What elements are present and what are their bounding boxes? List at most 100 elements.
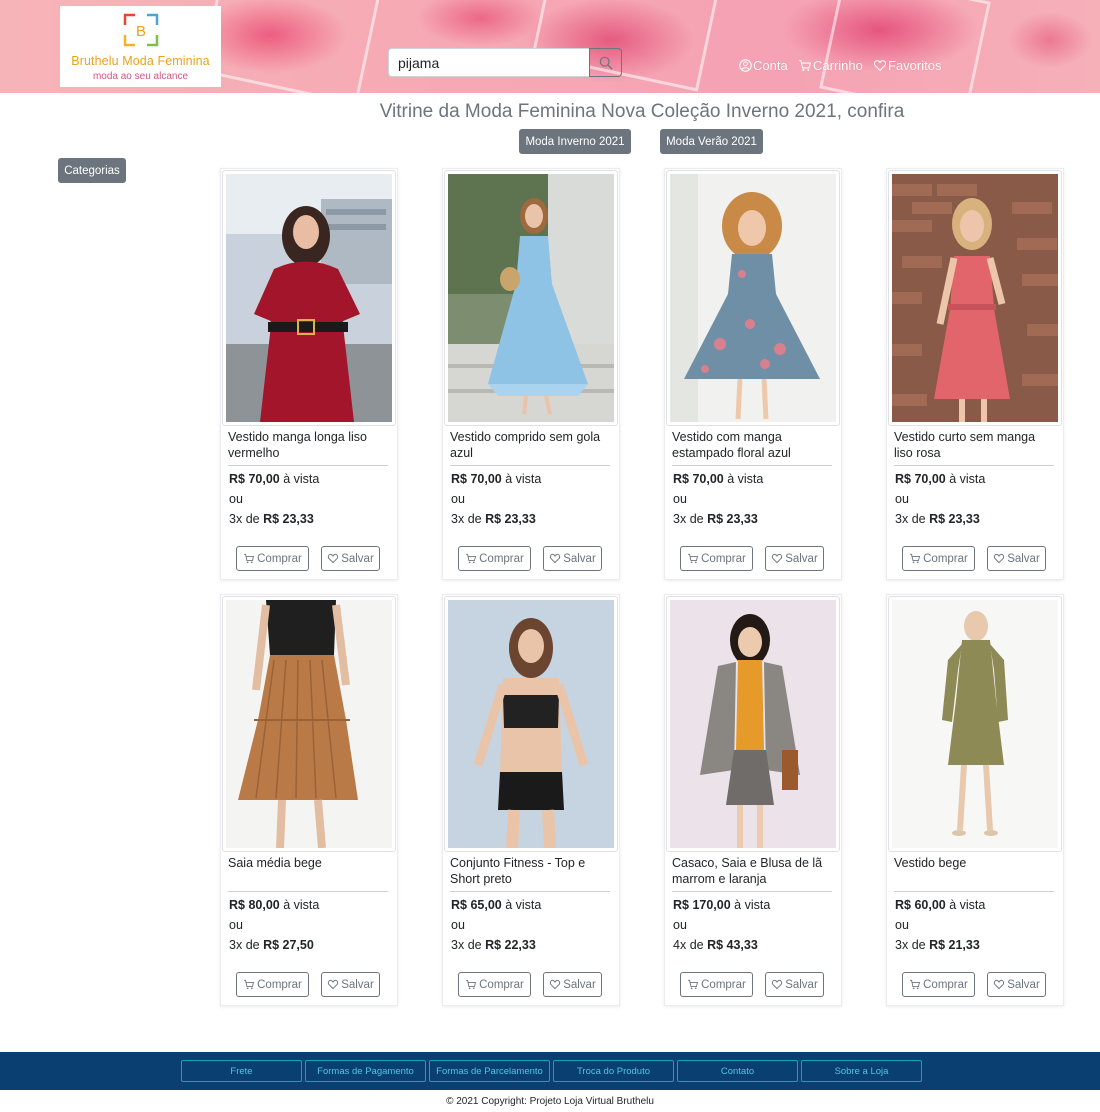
footer-link-payment[interactable]: Formas de Pagamento xyxy=(305,1060,426,1082)
heart-icon xyxy=(772,979,783,990)
buy-button[interactable]: Comprar xyxy=(236,546,309,571)
save-button[interactable]: Salvar xyxy=(987,972,1046,997)
divider xyxy=(450,465,610,466)
divider xyxy=(672,465,832,466)
product-photo[interactable] xyxy=(444,170,618,426)
buy-button[interactable]: Comprar xyxy=(458,972,531,997)
product-image-coat-set xyxy=(670,600,836,848)
heart-icon xyxy=(328,553,339,564)
product-price: R$ 60,00 à vista xyxy=(895,898,986,912)
user-circle-icon xyxy=(739,59,752,72)
header-decoration xyxy=(200,0,380,93)
or-label: ou xyxy=(895,918,909,932)
product-price: R$ 70,00 à vista xyxy=(673,472,764,486)
product-image-pink-dress xyxy=(892,174,1058,422)
heart-icon xyxy=(873,60,887,72)
product-installments: 3x de R$ 22,33 xyxy=(451,938,536,952)
copyright: © 2021 Copyright: Projeto Loja Virtual B… xyxy=(446,1096,654,1107)
product-installments: 3x de R$ 23,33 xyxy=(673,512,758,526)
categories-button[interactable]: Categorias xyxy=(58,158,126,183)
save-button[interactable]: Salvar xyxy=(765,546,824,571)
heart-icon xyxy=(994,553,1005,564)
product-name: Vestido comprido sem gola azul xyxy=(450,430,601,460)
nav-favorites-label: Favoritos xyxy=(888,58,942,73)
product-card: Vestido bege R$ 60,00 à vista ou 3x de R… xyxy=(886,594,1064,1006)
nav-cart[interactable]: Carrinho xyxy=(798,58,863,73)
product-photo[interactable] xyxy=(888,596,1062,852)
or-label: ou xyxy=(229,492,243,506)
product-installments: 3x de R$ 23,33 xyxy=(895,512,980,526)
product-image-floral-dress xyxy=(670,174,836,422)
cart-icon xyxy=(466,553,477,564)
product-card: Conjunto Fitness - Top e Short preto R$ … xyxy=(442,594,620,1006)
save-button[interactable]: Salvar xyxy=(765,972,824,997)
cart-icon xyxy=(910,979,921,990)
nav-account[interactable]: Conta xyxy=(739,58,788,73)
brand-logo[interactable]: B Bruthelu Moda Feminina moda ao seu alc… xyxy=(60,6,221,87)
product-price: R$ 70,00 à vista xyxy=(229,472,320,486)
cart-icon xyxy=(910,553,921,564)
search-input[interactable] xyxy=(388,48,589,77)
footer-link-installments[interactable]: Formas de Parcelamento xyxy=(429,1060,550,1082)
filter-summer-button[interactable]: Moda Verão 2021 xyxy=(660,129,763,154)
product-photo[interactable] xyxy=(666,170,840,426)
product-photo[interactable] xyxy=(666,596,840,852)
product-installments: 3x de R$ 23,33 xyxy=(229,512,314,526)
product-card: Casaco, Saia e Blusa de lã marrom e lara… xyxy=(664,594,842,1006)
footer-link-shipping[interactable]: Frete xyxy=(181,1060,302,1082)
search-button[interactable] xyxy=(589,48,622,77)
or-label: ou xyxy=(673,492,687,506)
divider xyxy=(894,891,1054,892)
or-label: ou xyxy=(673,918,687,932)
save-button[interactable]: Salvar xyxy=(321,546,380,571)
buy-button[interactable]: Comprar xyxy=(680,972,753,997)
product-photo[interactable] xyxy=(222,170,396,426)
product-name: Vestido bege xyxy=(894,856,967,870)
buy-button[interactable]: Comprar xyxy=(458,546,531,571)
product-price: R$ 80,00 à vista xyxy=(229,898,320,912)
cart-icon xyxy=(799,60,811,71)
product-photo[interactable] xyxy=(222,596,396,852)
save-button[interactable]: Salvar xyxy=(543,972,602,997)
buy-button[interactable]: Comprar xyxy=(902,546,975,571)
header-decoration xyxy=(531,0,719,92)
product-card: Vestido manga longa liso vermelho R$ 70,… xyxy=(220,168,398,580)
product-name: Saia média bege xyxy=(228,856,322,870)
product-name: Vestido curto sem manga liso rosa xyxy=(894,430,1036,460)
footer-link-about[interactable]: Sobre a Loja xyxy=(801,1060,922,1082)
svg-text:B: B xyxy=(136,23,146,40)
brand-tagline: moda ao seu alcance xyxy=(92,71,189,82)
nav-favorites[interactable]: Favoritos xyxy=(873,58,941,73)
filter-winter-button[interactable]: Moda Inverno 2021 xyxy=(519,129,631,154)
footer-link-contact[interactable]: Contato xyxy=(677,1060,798,1082)
product-image-red-dress xyxy=(226,174,392,422)
product-installments: 4x de R$ 43,33 xyxy=(673,938,758,952)
or-label: ou xyxy=(451,492,465,506)
product-card: Vestido com manga estampado floral azul … xyxy=(664,168,842,580)
save-button[interactable]: Salvar xyxy=(321,972,380,997)
product-card: Vestido curto sem manga liso rosa R$ 70,… xyxy=(886,168,1064,580)
nav-account-label: Conta xyxy=(753,58,788,73)
divider xyxy=(672,891,832,892)
header-decoration xyxy=(819,0,991,93)
buy-button[interactable]: Comprar xyxy=(680,546,753,571)
divider xyxy=(894,465,1054,466)
or-label: ou xyxy=(451,918,465,932)
buy-button[interactable]: Comprar xyxy=(902,972,975,997)
heart-icon xyxy=(328,979,339,990)
page-title: Vitrine da Moda Feminina Nova Coleção In… xyxy=(379,101,905,122)
product-card: Saia média bege R$ 80,00 à vista ou 3x d… xyxy=(220,594,398,1006)
buy-button[interactable]: Comprar xyxy=(236,972,309,997)
save-button[interactable]: Salvar xyxy=(543,546,602,571)
product-photo[interactable] xyxy=(888,170,1062,426)
product-image-beige-skirt xyxy=(226,600,392,848)
footer-link-returns[interactable]: Troca do Produto xyxy=(553,1060,674,1082)
product-photo[interactable] xyxy=(444,596,618,852)
save-button[interactable]: Salvar xyxy=(987,546,1046,571)
heart-icon xyxy=(550,979,561,990)
nav-cart-label: Carrinho xyxy=(813,58,863,73)
product-name: Vestido com manga estampado floral azul xyxy=(672,430,791,460)
product-card: Vestido comprido sem gola azul R$ 70,00 … xyxy=(442,168,620,580)
product-image-beige-dress xyxy=(892,600,1058,848)
product-price: R$ 170,00 à vista xyxy=(673,898,771,912)
